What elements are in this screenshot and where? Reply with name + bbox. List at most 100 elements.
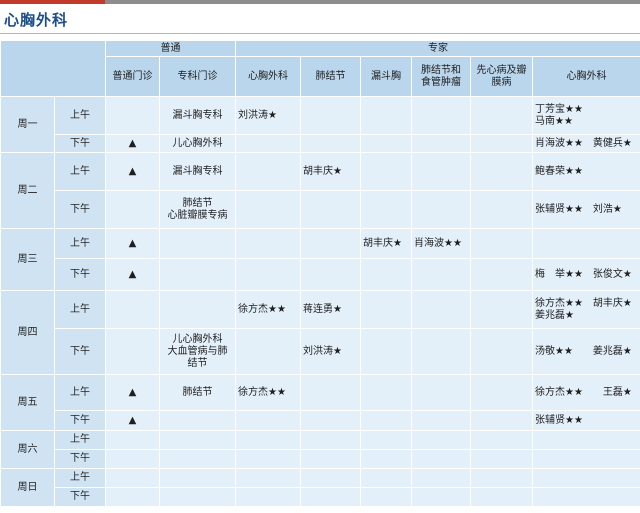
schedule-cell (470, 328, 533, 375)
schedule-cell (411, 258, 471, 291)
time-slot-label: 下午 (54, 134, 106, 153)
schedule-cell: 肖海波★★ (411, 228, 471, 259)
schedule-cell (235, 152, 301, 191)
schedule-cell (470, 228, 533, 259)
schedule-cell (159, 258, 236, 291)
schedule-cell (531, 468, 640, 488)
schedule-cell (300, 258, 361, 291)
schedule-cell: 鲍春荣★★ (531, 152, 640, 191)
schedule-cell (360, 468, 412, 488)
table-row: 周四 上午 徐方杰★★ 蒋连勇★ 徐方杰★★ 胡丰庆★ 姜兆磊★ (0, 290, 640, 375)
schedule-cell (300, 449, 361, 469)
schedule-cell (470, 290, 533, 329)
schedule-cell (411, 410, 471, 431)
schedule-cell: 徐方杰★★ (235, 374, 301, 411)
schedule-cell (411, 328, 471, 375)
schedule-cell (360, 134, 412, 153)
schedule-cell: 汤敬★★ 姜兆磊★ (531, 328, 640, 375)
schedule-cell (470, 449, 533, 469)
day-label: 周四 (0, 290, 55, 375)
schedule-cell (235, 258, 301, 291)
schedule-cell (300, 96, 361, 135)
schedule-cell (300, 468, 361, 488)
schedule-cell (300, 374, 361, 411)
time-slot-label: 上午 (54, 290, 106, 329)
schedule-cell (159, 468, 236, 488)
table-row: 周五 上午 ▲ 肺结节 徐方杰★★ 徐方杰★★ 王磊★ (0, 374, 640, 431)
column-header: 漏斗胸 (360, 56, 412, 97)
schedule-cell: 徐方杰★★ (235, 290, 301, 329)
schedule-cell (360, 430, 412, 450)
header-group-expert: 专家 (234, 40, 640, 57)
general-clinic-marker: ▲ (105, 374, 160, 411)
day-label: 周五 (0, 374, 55, 431)
schedule-cell: 肺结节 (159, 374, 236, 411)
schedule-cell (470, 134, 533, 153)
schedule-cell (470, 374, 533, 411)
table-row: 下午 (1, 449, 640, 469)
schedule-cell: 刘洪涛★ (300, 328, 361, 375)
schedule-cell (411, 134, 471, 153)
table-row: 下午 儿心胸外科 大血管病与肺 结节 刘洪涛★ 汤敬★★ 姜兆磊★ (1, 328, 640, 375)
schedule-cell (235, 228, 301, 259)
schedule-cell: 胡丰庆★ (300, 152, 361, 191)
schedule-cell: 丁芳宝★★ 马南★★ (531, 96, 640, 135)
general-clinic-marker (105, 449, 160, 469)
general-clinic-marker (105, 290, 160, 329)
day-label: 周二 (0, 152, 55, 229)
schedule-cell (360, 96, 412, 135)
schedule-cell (411, 96, 471, 135)
schedule-cell (159, 487, 236, 507)
schedule-cell (159, 430, 236, 450)
title-divider (0, 33, 640, 34)
schedule-cell (300, 134, 361, 153)
time-slot-label: 上午 (54, 430, 106, 450)
schedule-cell (470, 152, 533, 191)
schedule-cell (411, 374, 471, 411)
general-clinic-marker (105, 430, 160, 450)
schedule-cell (411, 152, 471, 191)
column-header: 肺结节和 食管肿瘤 (411, 56, 471, 97)
table-row: 周二 上午 ▲ 漏斗胸专科 胡丰庆★ 鲍春荣★★ (0, 152, 640, 229)
schedule-cell: 儿心胸外科 (159, 134, 236, 153)
schedule-cell (360, 190, 412, 229)
schedule-cell: 徐方杰★★ 胡丰庆★ 姜兆磊★ (531, 290, 640, 329)
schedule-cell: 张辅贤★★ (531, 410, 640, 431)
general-clinic-marker (105, 487, 160, 507)
page-title: 心胸外科 (4, 11, 69, 29)
schedule-cell (360, 290, 412, 329)
general-clinic-marker (105, 96, 160, 135)
table-row: 周一 上午 漏斗胸专科 刘洪涛★ 丁芳宝★★ 马南★★ (0, 96, 640, 153)
table-row: 下午 (1, 487, 640, 507)
table-row: 下午 ▲ 梅 举★★ 张俊文★ (1, 258, 640, 291)
top-accent-bar (0, 0, 105, 4)
column-header: 先心病及瓣 膜病 (470, 56, 533, 97)
schedule-cell: 梅 举★★ 张俊文★ (531, 258, 640, 291)
schedule-cell (235, 134, 301, 153)
schedule-cell (360, 449, 412, 469)
time-slot-label: 下午 (54, 449, 106, 469)
general-clinic-marker: ▲ (105, 228, 160, 259)
table-row: 周六 上午 (0, 430, 640, 469)
general-clinic-marker: ▲ (105, 152, 160, 191)
time-slot-label: 下午 (54, 190, 106, 229)
schedule-cell (470, 410, 533, 431)
schedule-cell (159, 410, 236, 431)
time-slot-label: 上午 (54, 228, 106, 259)
header-group-general: 普通 (105, 40, 236, 57)
schedule-cell (159, 449, 236, 469)
schedule-cell (235, 468, 301, 488)
schedule-cell (411, 468, 471, 488)
schedule-cell: 徐方杰★★ 王磊★ (531, 374, 640, 411)
schedule-cell (360, 328, 412, 375)
schedule-cell (411, 487, 471, 507)
column-header: 普通门诊 (105, 56, 160, 97)
schedule-cell (531, 449, 640, 469)
time-slot-label: 下午 (54, 258, 106, 291)
schedule-cell (235, 328, 301, 375)
general-clinic-marker: ▲ (105, 134, 160, 153)
time-slot-label: 下午 (54, 328, 106, 375)
schedule-cell (470, 487, 533, 507)
header-corner (0, 40, 106, 97)
general-clinic-marker: ▲ (105, 410, 160, 431)
